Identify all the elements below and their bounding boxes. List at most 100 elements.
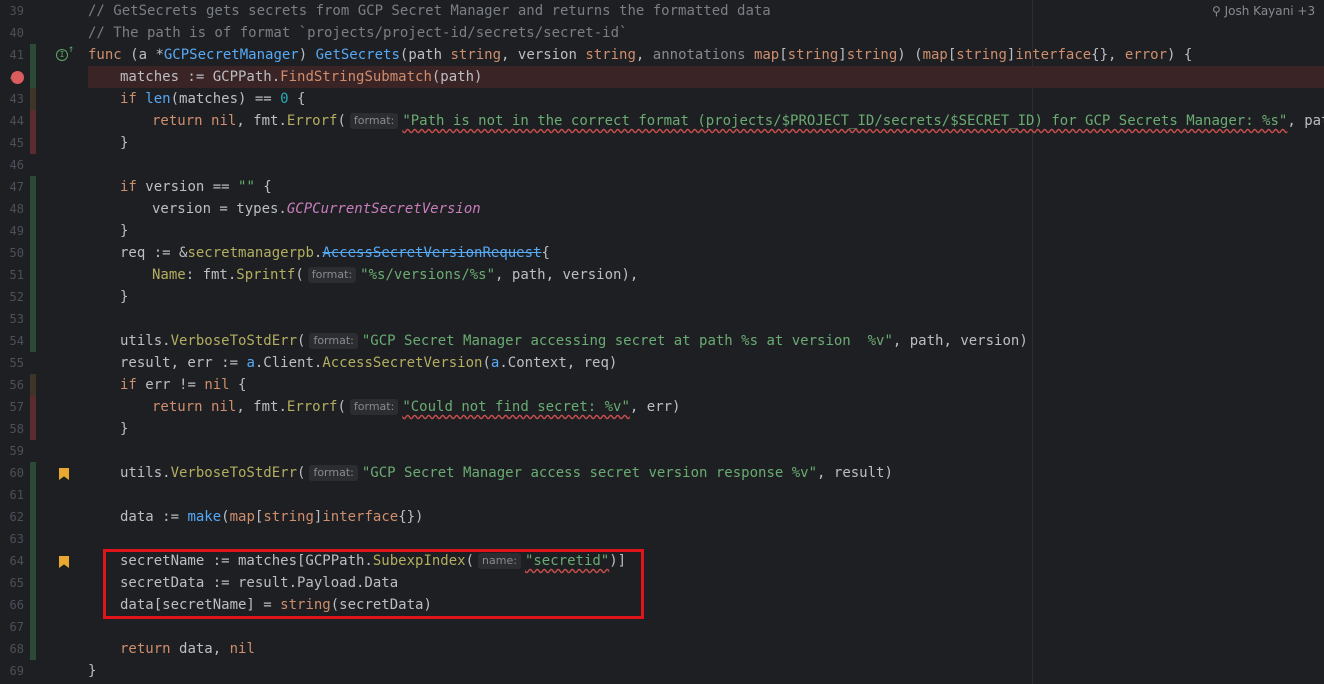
token: make	[187, 509, 222, 525]
token: if	[120, 179, 146, 195]
code-line[interactable]: if err != nil {	[88, 374, 1324, 396]
token: , path)	[1287, 113, 1324, 129]
line-number: 63	[9, 532, 24, 546]
token: AccessSecretVersion	[322, 355, 483, 371]
code-line[interactable]: }	[88, 660, 1324, 682]
string-literal: "Could not find secret: %v"	[402, 399, 630, 415]
code-line[interactable]: if version == "" {	[88, 176, 1324, 198]
implements-interface-icon[interactable]: I	[56, 49, 68, 61]
line-number: 52	[9, 290, 24, 304]
gutter-line: 65	[0, 572, 80, 594]
code-line[interactable]: Name: fmt.Sprintf(format: "%s/versions/%s…	[88, 264, 1324, 286]
token: version ==	[145, 179, 239, 195]
navigate-up-arrow-icon[interactable]: ↑	[68, 44, 74, 55]
vcs-modified-marker[interactable]	[30, 88, 36, 110]
line-number: 57	[9, 400, 24, 414]
gutter-line: 66	[0, 594, 80, 616]
token: GCPSecretManager	[163, 47, 299, 63]
code-author-hint[interactable]: ⚲ Josh Kayani +3	[1212, 0, 1315, 22]
token: , version	[501, 47, 586, 63]
line-number: 62	[9, 510, 24, 524]
vcs-modified-marker[interactable]	[30, 374, 36, 396]
parameter-hint: format:	[309, 465, 358, 481]
token: version = types.	[152, 201, 287, 217]
token: (	[295, 267, 304, 283]
vcs-added-marker[interactable]	[30, 66, 36, 88]
code-line[interactable]: return nil, fmt.Errorf(format: "Path is n…	[88, 110, 1324, 132]
token: if	[120, 377, 146, 393]
code-line[interactable]: version = types.GCPCurrentSecretVersion	[88, 198, 1324, 220]
token: error	[1124, 47, 1168, 63]
code-line[interactable]: }	[88, 418, 1324, 440]
token: if	[120, 91, 146, 107]
code-line[interactable]: return nil, fmt.Errorf(format: "Could not…	[88, 396, 1324, 418]
token: (path	[399, 47, 451, 63]
token: Name	[152, 267, 186, 283]
code-line[interactable]: // GetSecrets gets secrets from GCP Secr…	[88, 0, 1324, 22]
gutter-line: 69	[0, 660, 80, 682]
breakpoint-icon[interactable]	[11, 71, 24, 84]
code-line[interactable]: utils.VerboseToStdErr(format: "GCP Secret…	[88, 462, 1324, 484]
vcs-added-marker[interactable]	[30, 176, 36, 352]
token: ) {	[1167, 47, 1193, 63]
vcs-added-marker[interactable]	[30, 44, 36, 66]
code-line[interactable]: return data, nil	[88, 638, 1324, 660]
token: {	[254, 179, 272, 195]
token: (	[121, 47, 139, 63]
code-line[interactable]: req := &secretmanagerpb.AccessSecretVers…	[88, 242, 1324, 264]
code-line[interactable]: result, err := a.Client.AccessSecretVers…	[88, 352, 1324, 374]
deprecated-type: AccessSecretVersionRequest	[322, 245, 542, 261]
editor-gutter: 39 40 41 42 43 44 45 46 47 48 49 50 51 5…	[0, 0, 80, 684]
code-line[interactable]: // The path is of format `projects/proje…	[88, 22, 1324, 44]
token: (	[297, 465, 306, 481]
token: (path)	[431, 69, 483, 85]
token: nil	[204, 377, 230, 393]
token: utils.	[120, 465, 171, 481]
line-number: 39	[9, 4, 24, 18]
comment: // GetSecrets gets secrets from GCP Secr…	[88, 3, 771, 19]
token: )	[298, 47, 316, 63]
token: {},	[1091, 47, 1125, 63]
gutter-line: 47	[0, 176, 80, 198]
token: Errorf	[286, 399, 338, 415]
gutter-line: 40	[0, 22, 80, 44]
gutter-line: 39	[0, 0, 80, 22]
token: secretmanagerpb	[187, 245, 314, 261]
gutter-line: 46	[0, 154, 80, 176]
line-number: 46	[9, 158, 24, 172]
line-number: 56	[9, 378, 24, 392]
token: string	[585, 47, 636, 63]
token: string	[450, 47, 502, 63]
person-icon: ⚲	[1212, 4, 1225, 18]
vcs-deleted-marker[interactable]	[30, 110, 36, 154]
token: string	[846, 47, 898, 63]
code-line[interactable]: if len(matches) == 0 {	[88, 88, 1324, 110]
line-number: 68	[9, 642, 24, 656]
token: ) (	[897, 47, 923, 63]
line-number: 44	[9, 114, 24, 128]
code-line[interactable]: }	[88, 132, 1324, 154]
string-literal: "Path is not in the correct format (proj…	[402, 113, 1288, 129]
token: result, err :=	[120, 355, 247, 371]
code-line[interactable]: }	[88, 220, 1324, 242]
token: (	[337, 113, 346, 129]
code-line[interactable]: func (a *GCPSecretManager) GetSecrets(pa…	[88, 44, 1324, 66]
token: a	[246, 355, 255, 371]
token: }	[120, 421, 129, 437]
code-line[interactable]: data := make(map[string]interface{})	[88, 506, 1324, 528]
gutter-line: 53	[0, 308, 80, 330]
line-number: 59	[9, 444, 24, 458]
code-line[interactable]: utils.VerboseToStdErr(format: "GCP Secret…	[88, 330, 1324, 352]
line-number: 53	[9, 312, 24, 326]
vcs-added-marker[interactable]	[30, 462, 36, 660]
code-line-breakpoint[interactable]: matches := GCPPath.FindStringSubmatch(pa…	[88, 66, 1324, 88]
vcs-deleted-marker[interactable]	[30, 396, 36, 440]
code-line[interactable]: }	[88, 286, 1324, 308]
line-number: 40	[9, 26, 24, 40]
token: (matches) ==	[170, 91, 281, 107]
token: (	[297, 333, 306, 349]
line-number: 50	[9, 246, 24, 260]
token: func	[88, 47, 122, 63]
parameter-hint: format:	[309, 333, 358, 349]
